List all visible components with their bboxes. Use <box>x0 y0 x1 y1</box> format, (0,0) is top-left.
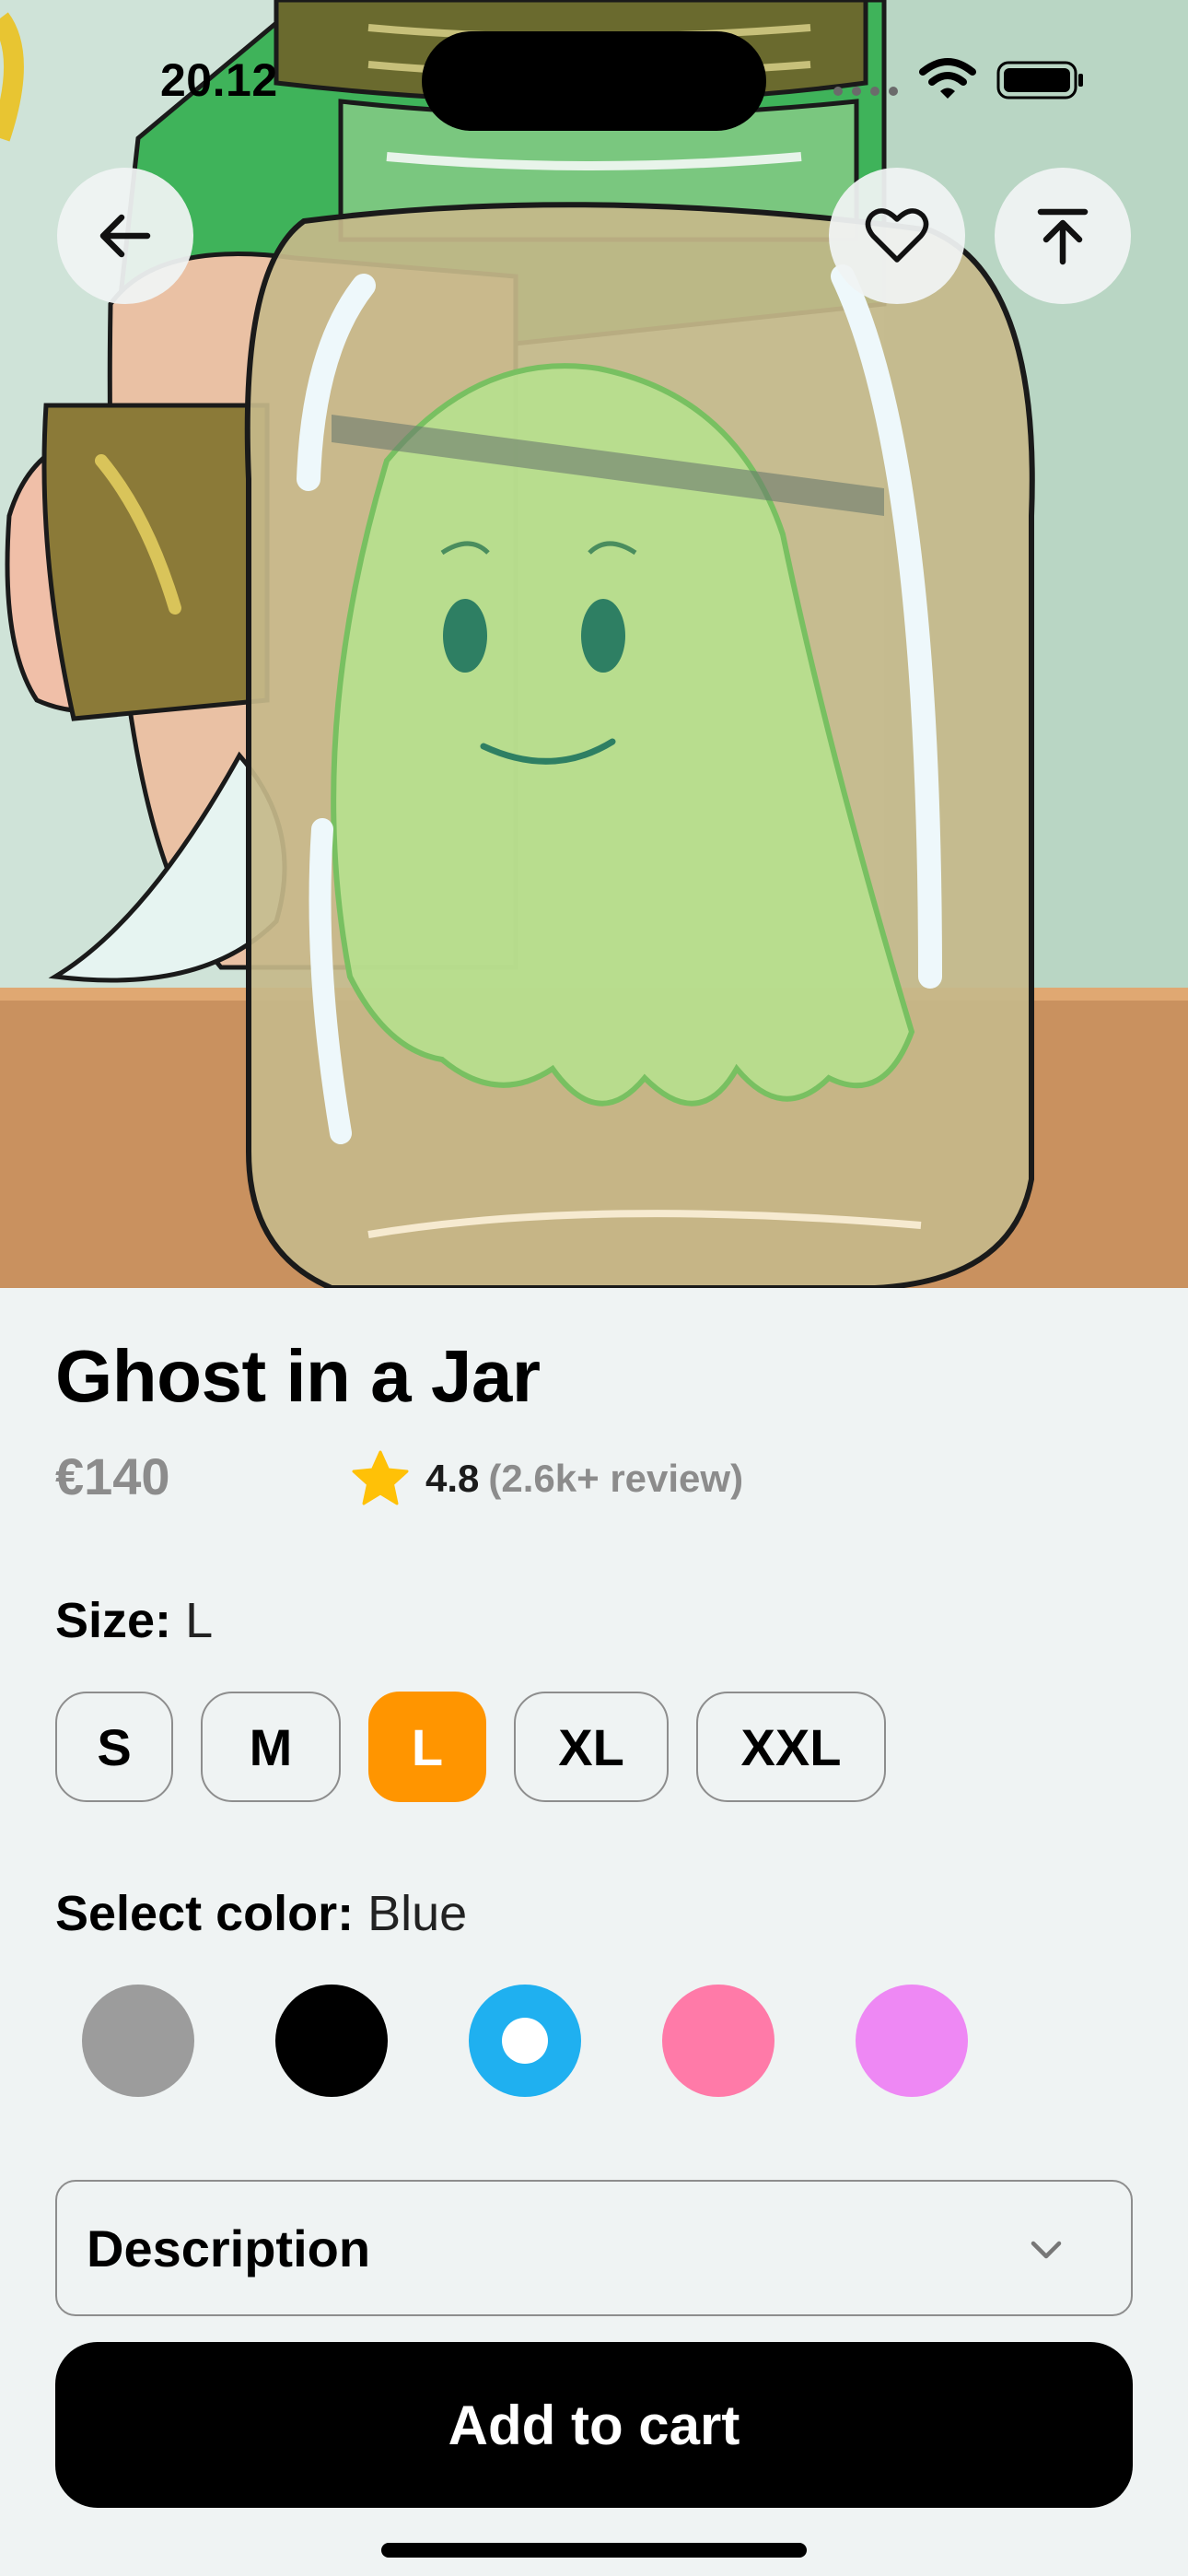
color-label-text: Select color: <box>55 1886 355 1941</box>
arrow-left-icon <box>99 214 151 258</box>
product-image: 20.12 <box>0 0 1188 1288</box>
size-option-l[interactable]: L <box>368 1692 486 1802</box>
dynamic-island <box>422 31 766 131</box>
back-button[interactable] <box>57 168 193 304</box>
product-title: Ghost in a Jar <box>55 1335 541 1417</box>
rating-score: 4.8 <box>425 1457 480 1500</box>
color-swatch-gray[interactable] <box>82 1985 194 2097</box>
color-swatch-pink[interactable] <box>662 1985 775 2097</box>
description-accordion[interactable]: Description <box>55 2180 1133 2316</box>
heart-icon <box>865 208 929 263</box>
favorite-button[interactable] <box>829 168 965 304</box>
size-selected-value: L <box>185 1593 214 1648</box>
product-price: €140 <box>55 1447 170 1505</box>
color-label: Select color: Blue <box>55 1885 467 1942</box>
color-swatch-violet[interactable] <box>856 1985 968 2097</box>
size-label: Size: L <box>55 1592 213 1649</box>
selected-indicator <box>502 2018 548 2064</box>
scroll-top-button[interactable] <box>995 168 1131 304</box>
status-time: 20.12 <box>160 54 278 106</box>
size-label-text: Size: <box>55 1593 172 1648</box>
color-options <box>0 1985 1188 2097</box>
wifi-icon <box>919 58 976 99</box>
chevron-down-icon <box>1031 2241 1062 2259</box>
color-swatch-black[interactable] <box>275 1985 388 2097</box>
star-icon <box>352 1450 409 1505</box>
home-indicator <box>381 2543 807 2558</box>
signal-dots-icon <box>833 87 898 96</box>
color-selected-value: Blue <box>367 1886 468 1941</box>
color-swatch-blue[interactable] <box>469 1985 581 2097</box>
size-option-s[interactable]: S <box>55 1692 173 1802</box>
product-rating: 4.8 (2.6k+ review) <box>350 1446 743 1511</box>
add-to-cart-button[interactable]: Add to cart <box>55 2342 1133 2508</box>
description-label: Description <box>87 2219 371 2277</box>
size-option-m[interactable]: M <box>201 1692 341 1802</box>
size-option-xl[interactable]: XL <box>514 1692 669 1802</box>
rating-review-count: (2.6k+ review) <box>488 1457 744 1500</box>
arrow-up-to-top-icon <box>1037 208 1089 265</box>
size-option-xxl[interactable]: XXL <box>696 1692 886 1802</box>
battery-icon <box>996 61 1083 100</box>
